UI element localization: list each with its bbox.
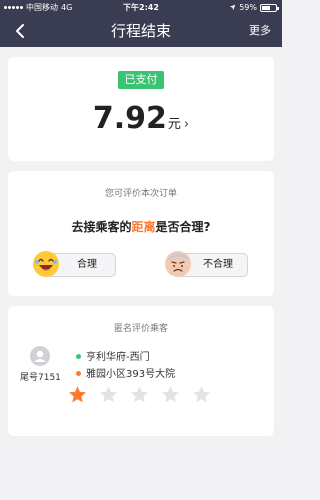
chevron-right-icon: › <box>183 117 190 132</box>
star-icon[interactable] <box>68 385 87 404</box>
header: 中国移动 4G 下午2:42 59% 行程结束 更多 <box>0 0 282 47</box>
paid-status-badge: 已支付 <box>118 71 164 89</box>
star-icon[interactable] <box>99 385 118 404</box>
distance-rating-card: 您可评价本次订单 去接乘客的距离是否合理? 合理 不合理 <box>8 171 274 296</box>
status-bar: 中国移动 4G 下午2:42 59% <box>0 0 282 15</box>
fare-unit: 元 <box>167 117 181 132</box>
nav-bar: 行程结束 更多 <box>0 15 282 47</box>
location-icon <box>229 4 236 11</box>
reasonable-label: 合理 <box>77 259 97 270</box>
pickup-label: 亨利华府-西门 <box>86 352 150 363</box>
battery-level <box>262 5 270 10</box>
question-suffix: 是否合理? <box>155 220 211 234</box>
dropoff-label: 雅园小区393号大院 <box>86 369 176 380</box>
rating-question: 去接乘客的距离是否合理? <box>8 218 274 235</box>
battery-percent: 59% <box>239 3 257 12</box>
passenger-rating-card: 匿名评价乘客 尾号7151 亨利华府-西门 雅园小区393号大院 <box>8 306 274 436</box>
dropoff-dot-icon <box>76 370 81 376</box>
question-highlight: 距离 <box>131 220 156 234</box>
star-icon[interactable] <box>192 385 211 404</box>
laughing-face-icon[interactable] <box>32 250 60 278</box>
chevron-left-icon[interactable] <box>11 22 29 40</box>
sad-face-icon[interactable] <box>164 250 192 278</box>
more-button[interactable]: 更多 <box>249 15 271 47</box>
status-right: 59% <box>229 0 279 15</box>
pickup-dot-icon <box>76 353 81 359</box>
anonymous-rating-title: 匿名评价乘客 <box>113 324 168 334</box>
rate-tip: 您可评价本次订单 <box>104 189 177 199</box>
avatar-icon <box>30 346 50 366</box>
payment-card: 已支付 7.92元 › <box>8 57 274 161</box>
star-icon[interactable] <box>130 385 149 404</box>
star-rating <box>68 385 211 405</box>
fare-amount: 7.92 <box>92 101 167 136</box>
star-icon[interactable] <box>161 385 180 404</box>
unreasonable-label: 不合理 <box>203 259 233 270</box>
page-title: 行程结束 <box>110 22 171 40</box>
question-prefix: 去接乘客的 <box>71 220 132 234</box>
passenger-tail-number: 尾号7151 <box>20 373 61 383</box>
fare-amount-link[interactable]: 7.92元 › <box>8 101 274 141</box>
dropoff-location: 雅园小区393号大院 <box>76 365 175 380</box>
battery-icon <box>260 3 279 12</box>
pickup-location: 亨利华府-西门 <box>76 348 150 363</box>
